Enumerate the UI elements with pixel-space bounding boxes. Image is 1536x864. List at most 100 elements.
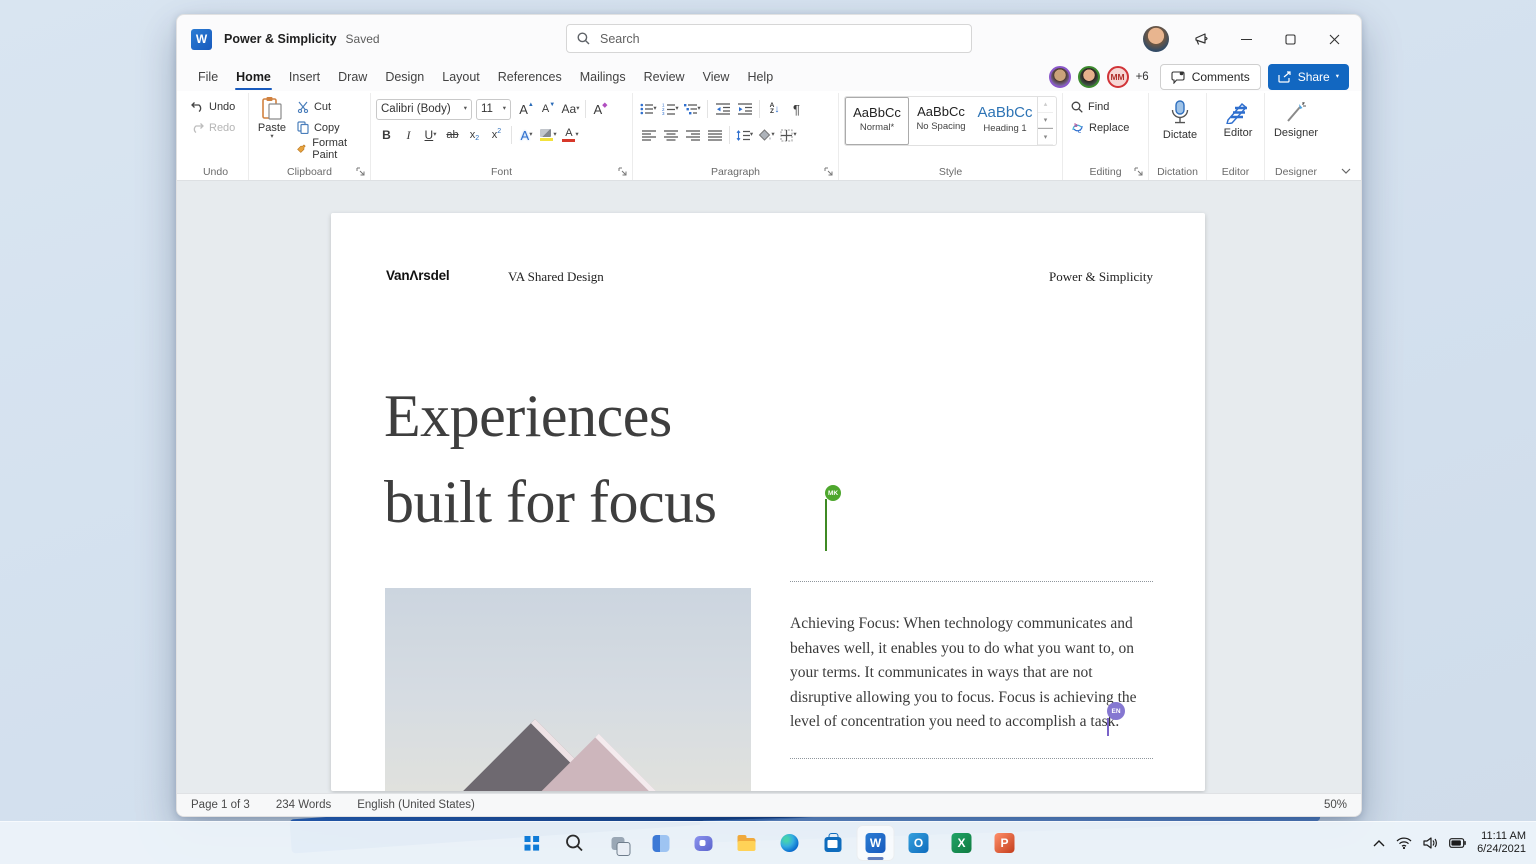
style-normal[interactable]: AaBbCc Normal*	[845, 97, 909, 145]
language-indicator[interactable]: English (United States)	[357, 799, 475, 811]
text-effects-button[interactable]: A ▾	[516, 125, 537, 145]
battery-icon[interactable]	[1449, 838, 1466, 848]
show-hide-marks-button[interactable]: ¶	[786, 99, 807, 119]
undo-button[interactable]: Undo	[188, 96, 243, 117]
clear-formatting-button[interactable]: A ◆	[590, 99, 611, 119]
collaborator-avatar-initials[interactable]: MM	[1106, 66, 1129, 88]
editor-button[interactable]: Editor	[1212, 96, 1264, 139]
superscript-button[interactable]: x2	[486, 125, 507, 145]
bold-button[interactable]: B	[376, 125, 397, 145]
justify-button[interactable]	[704, 125, 725, 145]
paste-button[interactable]: Paste ▾	[254, 96, 290, 163]
font-color-button[interactable]: A ▾	[560, 125, 581, 145]
increase-indent-button[interactable]	[734, 99, 755, 119]
change-case-button[interactable]: Aa ▾	[560, 99, 581, 119]
document-page[interactable]: VanΛrsdel VA Shared Design Power & Simpl…	[331, 213, 1205, 791]
style-scroll-up-icon[interactable]: ▴	[1038, 97, 1053, 113]
tab-insert[interactable]: Insert	[280, 66, 329, 88]
clipboard-dialog-launcher-icon[interactable]	[356, 167, 366, 177]
grow-font-button[interactable]: A ▲	[516, 99, 537, 119]
word-taskbar-button[interactable]: W	[856, 825, 895, 861]
underline-button[interactable]: U ▾	[420, 125, 441, 145]
format-painter-button[interactable]: Format Paint	[294, 137, 365, 161]
numbering-button[interactable]: 123 ▾	[660, 99, 681, 119]
copy-button[interactable]: Copy	[294, 117, 365, 138]
tab-references[interactable]: References	[489, 66, 571, 88]
widgets-button[interactable]	[642, 825, 680, 861]
store-button[interactable]	[814, 825, 852, 861]
save-status[interactable]: Saved	[346, 32, 380, 46]
powerpoint-taskbar-button[interactable]: P	[986, 825, 1024, 861]
subscript-button[interactable]: x2	[464, 125, 485, 145]
align-right-button[interactable]	[682, 125, 703, 145]
share-button[interactable]: Share ▾	[1267, 64, 1349, 90]
align-center-button[interactable]	[660, 125, 681, 145]
tab-view[interactable]: View	[694, 66, 739, 88]
style-heading-1[interactable]: AaBbCc Heading 1	[973, 97, 1037, 145]
document-image[interactable]	[385, 588, 751, 791]
excel-taskbar-button[interactable]: X	[943, 825, 981, 861]
minimize-button[interactable]	[1227, 24, 1265, 54]
style-scroll-down-icon[interactable]: ▾	[1038, 113, 1053, 129]
cut-button[interactable]: Cut	[294, 96, 365, 117]
designer-button[interactable]: Designer	[1270, 96, 1322, 139]
redo-button[interactable]: Redo	[188, 117, 243, 138]
word-app-icon[interactable]: W	[191, 28, 212, 50]
tab-file[interactable]: File	[189, 66, 227, 88]
tab-review[interactable]: Review	[635, 66, 694, 88]
font-family-select[interactable]: Calibri (Body) ▾	[376, 98, 472, 120]
close-button[interactable]	[1315, 24, 1353, 54]
bullets-button[interactable]: ▾	[638, 99, 659, 119]
font-size-select[interactable]: 11 ▾	[476, 98, 511, 120]
tab-mailings[interactable]: Mailings	[571, 66, 635, 88]
zoom-level[interactable]: 50%	[1324, 799, 1347, 811]
font-dialog-launcher-icon[interactable]	[618, 167, 628, 177]
replace-button[interactable]: bc Replace	[1068, 117, 1143, 138]
search-box[interactable]	[566, 24, 972, 53]
style-no-spacing[interactable]: AaBbCc No Spacing	[909, 97, 973, 145]
outlook-taskbar-button[interactable]: O	[900, 825, 938, 861]
feedback-megaphone-icon[interactable]	[1183, 24, 1221, 54]
tab-home[interactable]: Home	[227, 66, 280, 90]
shading-button[interactable]: ▾	[756, 125, 777, 145]
highlight-button[interactable]: ▾	[538, 125, 559, 145]
account-avatar[interactable]	[1143, 26, 1169, 52]
tab-design[interactable]: Design	[376, 66, 433, 88]
tab-draw[interactable]: Draw	[329, 66, 376, 88]
multilevel-list-button[interactable]: ▾	[682, 99, 703, 119]
sort-button[interactable]: A Z ↓	[764, 99, 785, 119]
page-indicator[interactable]: Page 1 of 3	[191, 799, 250, 811]
paragraph-dialog-launcher-icon[interactable]	[824, 167, 834, 177]
edge-button[interactable]	[771, 825, 809, 861]
volume-icon[interactable]	[1423, 837, 1438, 849]
comments-button[interactable]: Comments	[1159, 64, 1261, 90]
collaborator-overflow-count[interactable]: +6	[1136, 71, 1149, 83]
wifi-icon[interactable]	[1396, 837, 1412, 849]
task-view-button[interactable]	[599, 825, 637, 861]
borders-button[interactable]: ▾	[778, 125, 799, 145]
editing-dialog-launcher-icon[interactable]	[1134, 167, 1144, 177]
line-spacing-button[interactable]: ▾	[734, 125, 755, 145]
dictate-button[interactable]: Dictate	[1154, 96, 1206, 141]
maximize-button[interactable]	[1271, 24, 1309, 54]
clock[interactable]: 11:11 AM 6/24/2021	[1477, 830, 1526, 856]
tab-help[interactable]: Help	[738, 66, 782, 88]
collaborator-avatar[interactable]	[1048, 66, 1071, 88]
start-button[interactable]	[513, 825, 551, 861]
align-left-button[interactable]	[638, 125, 659, 145]
strikethrough-button[interactable]: ab	[442, 125, 463, 145]
italic-button[interactable]: I	[398, 125, 419, 145]
word-count[interactable]: 234 Words	[276, 799, 331, 811]
taskbar-search-button[interactable]	[556, 825, 594, 861]
collaborator-avatar[interactable]	[1077, 66, 1100, 88]
tab-layout[interactable]: Layout	[433, 66, 489, 88]
search-input[interactable]	[598, 30, 961, 47]
shrink-font-button[interactable]: A ▼	[538, 99, 559, 119]
decrease-indent-button[interactable]	[712, 99, 733, 119]
style-gallery-more-icon[interactable]: ▾	[1038, 128, 1053, 145]
tray-chevron-up-icon[interactable]	[1373, 839, 1385, 847]
chat-button[interactable]	[685, 825, 723, 861]
collapse-ribbon-icon[interactable]	[1341, 168, 1351, 174]
file-explorer-button[interactable]	[728, 825, 766, 861]
find-button[interactable]: Find	[1068, 96, 1143, 117]
